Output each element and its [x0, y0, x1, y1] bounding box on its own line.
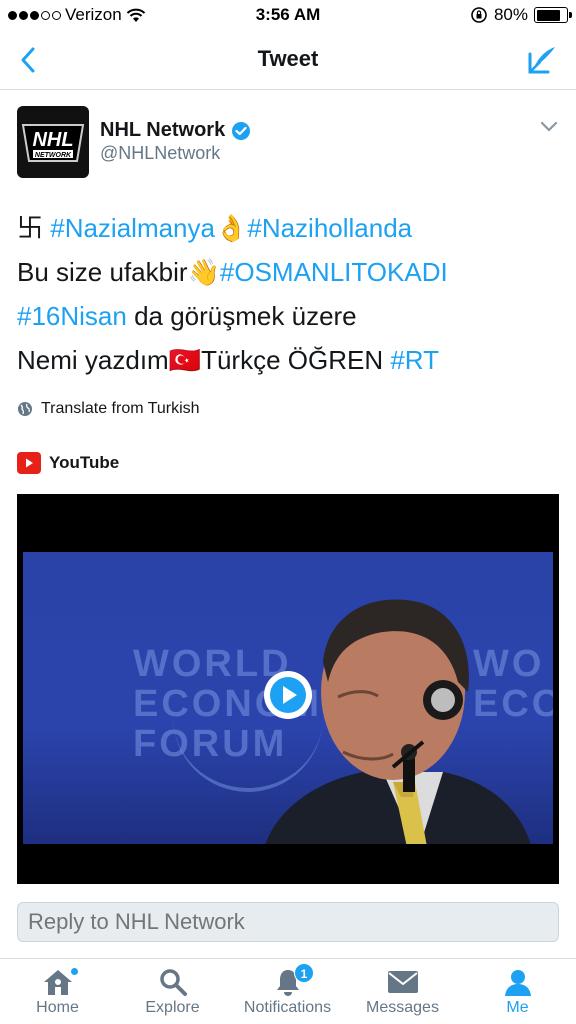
youtube-icon [17, 452, 41, 474]
play-icon [270, 677, 306, 713]
tab-explore-label: Explore [145, 999, 200, 1016]
tab-messages-label: Messages [366, 999, 439, 1016]
nhl-network-logo: NHL NETWORK [21, 124, 85, 162]
compose-icon [528, 47, 555, 74]
tweet-text-segment: Bu size ufakbir [17, 257, 188, 287]
avatar[interactable]: NHL NETWORK [17, 106, 89, 178]
reply-input[interactable] [17, 902, 559, 942]
status-bar: Verizon 3:56 AM 80% [0, 0, 576, 30]
tweet-text-segment: 🇹🇷 [168, 345, 202, 375]
tab-home-label: Home [36, 999, 79, 1016]
avatar-logo-text: NHL [32, 129, 73, 151]
tweet-text-segment: Türkçe ÖĞREN [201, 345, 391, 375]
tweet-text-segment: 👌 [214, 213, 248, 243]
tab-home[interactable]: Home [0, 965, 115, 1017]
chevron-down-icon [540, 121, 558, 132]
tab-notifications[interactable]: 1 Notifications [230, 963, 345, 1017]
envelope-icon [387, 971, 418, 993]
person-icon [504, 970, 531, 996]
translate-label[interactable]: Translate from Turkish [41, 400, 200, 418]
page-title: Tweet [257, 46, 319, 71]
nav-bar: Tweet [0, 30, 576, 90]
tab-bar: Home Explore 1 Notifications Messages Me [0, 958, 576, 1024]
tweet-text-segment: 👋 [187, 257, 220, 287]
battery-icon [534, 7, 572, 23]
tab-me-label: Me [506, 999, 529, 1016]
tweet-text: 卐 #Nazialmanya👌#Nazihollanda Bu size ufak… [17, 206, 562, 382]
globe-icon [18, 402, 32, 416]
translate-button[interactable]: Translate from Turkish [17, 400, 200, 418]
orientation-lock-icon [471, 7, 487, 23]
tab-explore[interactable]: Explore [115, 965, 230, 1017]
media-source[interactable]: YouTube [17, 452, 119, 474]
play-button[interactable] [264, 671, 312, 719]
hashtag-link[interactable]: #OSMANLITOKADI [220, 257, 448, 287]
user-name[interactable]: NHL Network [100, 119, 225, 142]
video-player[interactable]: WORLDECONOMFORUM WOECON [17, 494, 559, 884]
home-icon [43, 970, 72, 995]
verified-badge-icon [232, 121, 251, 140]
tweet-line: Nemi yazdım🇹🇷Türkçe ÖĞREN #RT [17, 338, 562, 382]
tab-notifications-label: Notifications [243, 999, 332, 1016]
media-source-label: YouTube [49, 453, 120, 472]
hashtag-link[interactable]: #16Nisan [17, 301, 127, 331]
tab-me[interactable]: Me [460, 965, 575, 1017]
tweet-line: 卐 #Nazialmanya👌#Nazihollanda [17, 206, 562, 250]
tweet-text-segment: da görüşmek üzere [126, 301, 357, 331]
tweet-options-button[interactable] [540, 120, 558, 138]
user-name-row[interactable]: NHL Network [100, 119, 251, 142]
tweet-line: Bu size ufakbir👋#OSMANLITOKADI [17, 250, 562, 294]
status-right: 80% [470, 5, 572, 25]
home-unread-dot [70, 967, 79, 976]
search-icon [159, 969, 187, 996]
avatar-logo-subtext: NETWORK [35, 152, 72, 159]
compose-button[interactable] [522, 40, 562, 80]
notification-badge: 1 [294, 963, 314, 983]
battery-label: 80% [493, 5, 528, 24]
hashtag-link[interactable]: #Nazialmanya [50, 213, 215, 243]
tweet-line: #16Nisan da görüşmek üzere [17, 294, 562, 338]
battery-fill [536, 9, 560, 21]
tab-messages[interactable]: Messages [345, 965, 460, 1017]
hashtag-link[interactable]: #Nazihollanda [247, 213, 412, 243]
hashtag-link[interactable]: #RT [390, 345, 439, 375]
tweet-text-segment: 卐 [17, 213, 51, 243]
tweet-text-segment: Nemi yazdım [17, 345, 169, 375]
user-handle[interactable]: @NHLNetwork [100, 143, 220, 164]
